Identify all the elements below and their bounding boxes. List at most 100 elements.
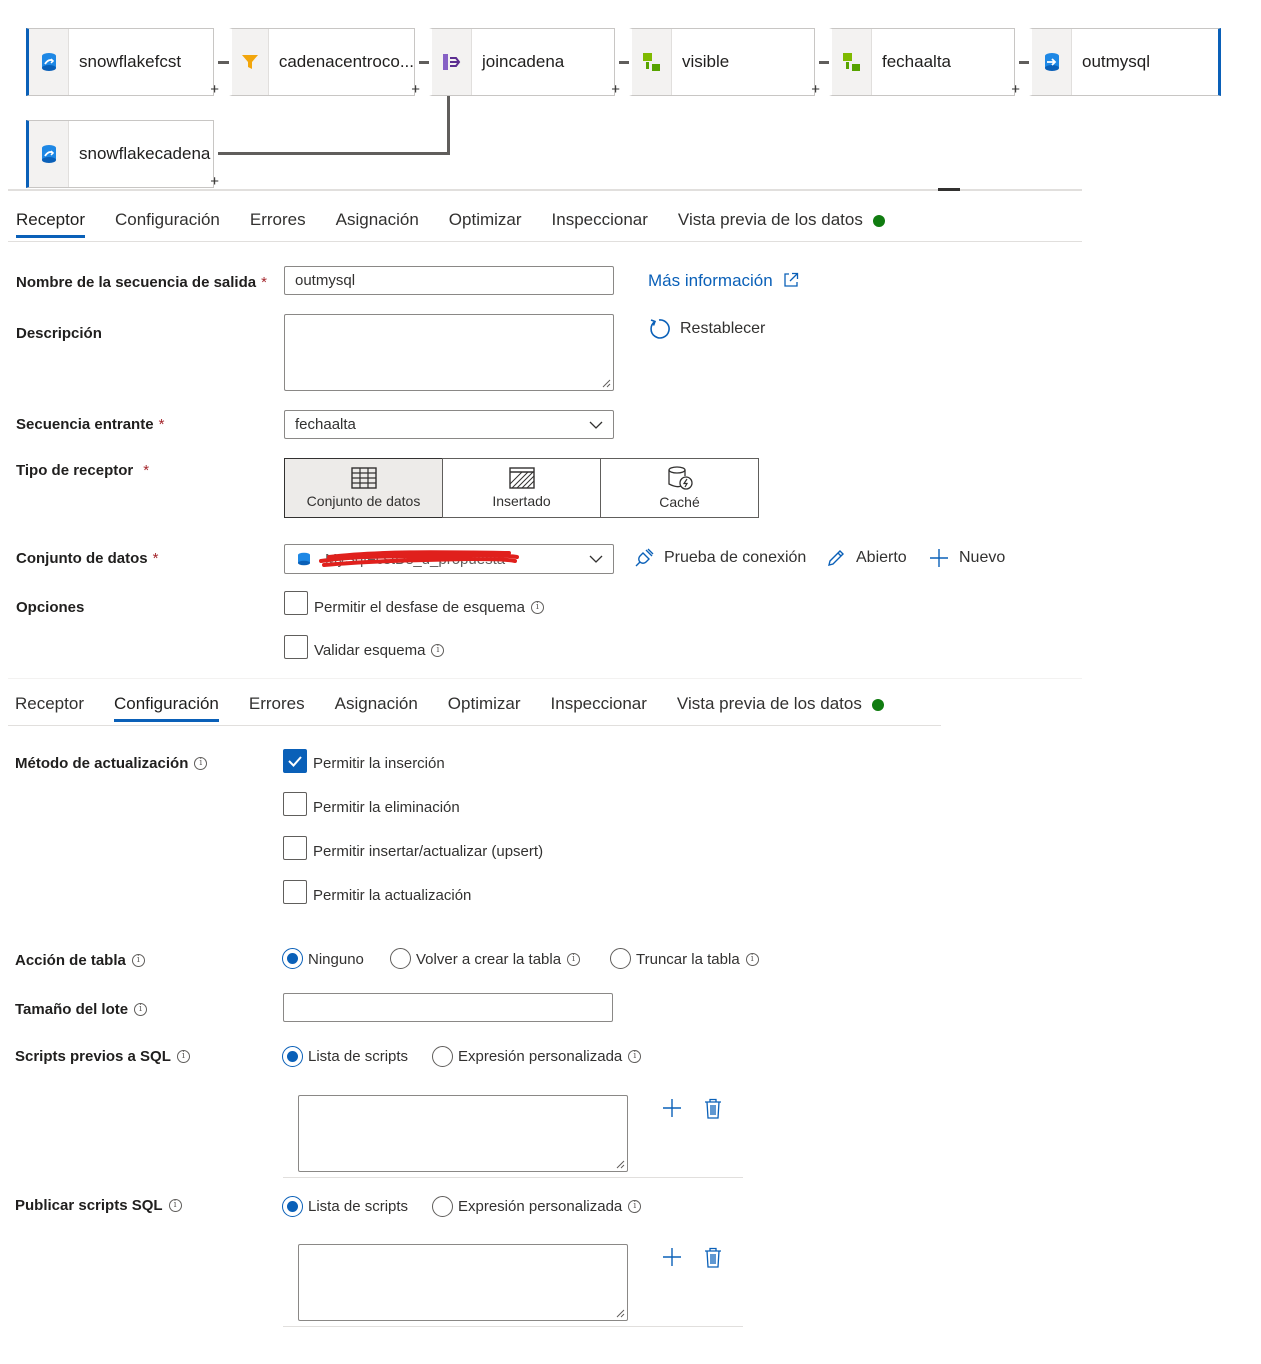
table-action-none-label: Ninguno [308, 951, 364, 968]
new-label: Nuevo [959, 549, 1006, 566]
info-icon[interactable]: i [431, 644, 445, 657]
pipeline-node-joincadena[interactable]: joincadena + [429, 28, 620, 98]
info-icon[interactable]: i [134, 1003, 148, 1016]
tab-errors[interactable]: Errores [250, 210, 306, 238]
output-name-label: Nombre de la secuencia de salida * [16, 274, 267, 291]
tab-sink[interactable]: Receptor [15, 694, 84, 722]
batch-size-input[interactable] [283, 993, 613, 1022]
add-script-icon[interactable] [662, 1247, 682, 1267]
add-script-icon[interactable] [662, 1098, 682, 1118]
info-icon[interactable]: i [168, 1199, 182, 1212]
allow-delete-checkbox[interactable] [283, 792, 307, 816]
tab-optimize[interactable]: Optimizar [448, 694, 521, 722]
node-label: joincadena [482, 52, 565, 71]
add-transform-icon[interactable]: + [1011, 81, 1020, 98]
tab-inspect[interactable]: Inspeccionar [551, 694, 647, 722]
validate-schema-checkbox[interactable] [284, 635, 308, 659]
label-text: Publicar scripts SQL [15, 1197, 163, 1214]
description-textarea[interactable] [284, 314, 614, 391]
post-sql-expression-radio[interactable] [432, 1196, 453, 1217]
inline-dataset-icon [508, 467, 535, 489]
checkmark-icon [288, 756, 302, 767]
sink-type-inline[interactable]: Insertado [442, 458, 601, 518]
pipeline-node-snowflakecadena[interactable]: snowflakecadena + [26, 120, 219, 190]
sink-type-label: Tipo de receptor * [16, 462, 149, 479]
tab-mapping[interactable]: Asignación [336, 210, 419, 238]
output-name-input[interactable] [284, 266, 614, 295]
connector [218, 152, 450, 155]
table-action-recreate-radio[interactable] [390, 948, 411, 969]
tab-settings[interactable]: Configuración [113, 694, 219, 722]
node-label: outmysql [1082, 52, 1151, 71]
allow-update-checkbox[interactable] [283, 880, 307, 904]
tab-divider [8, 725, 941, 726]
info-icon[interactable]: i [628, 1200, 642, 1213]
tab-bar-sink: Receptor Configuración Errores Asignació… [16, 210, 915, 238]
table-icon [350, 467, 377, 489]
canvas-divider [8, 189, 1082, 191]
info-icon[interactable]: i [628, 1050, 642, 1063]
update-method-label: Método de actualización i [15, 755, 208, 772]
pre-sql-script-textarea[interactable] [298, 1095, 628, 1172]
pre-sql-list-radio[interactable] [282, 1046, 303, 1067]
add-transform-icon[interactable]: + [611, 81, 620, 98]
schema-drift-checkbox[interactable] [284, 591, 308, 615]
sink-type-dataset[interactable]: Conjunto de datos [284, 458, 443, 518]
incoming-stream-select[interactable]: fechaalta [284, 410, 614, 439]
tab-data-preview[interactable]: Vista previa de los datos [677, 694, 884, 722]
tab-settings[interactable]: Configuración [115, 210, 220, 238]
tab-sink[interactable]: Receptor [16, 210, 85, 238]
info-icon[interactable]: i [530, 601, 544, 614]
reset-button[interactable]: Restablecer [648, 318, 765, 340]
dataset-select[interactable]: MySqlFcstDs_d_propuesta [284, 544, 614, 574]
add-transform-icon[interactable]: + [210, 81, 219, 98]
info-icon[interactable]: i [131, 954, 145, 967]
tab-optimize[interactable]: Optimizar [449, 210, 522, 238]
chevron-down-icon [589, 421, 603, 429]
resize-handle[interactable] [938, 188, 960, 191]
info-icon[interactable]: i [567, 953, 581, 966]
tab-mapping[interactable]: Asignación [335, 694, 418, 722]
tile-label: Conjunto de datos [306, 493, 421, 509]
pipeline-node-outmysql[interactable]: outmysql [1029, 28, 1221, 96]
pipeline-node-filter[interactable]: cadenacentroco... + [229, 28, 420, 98]
incoming-stream-label: Secuencia entrante * [16, 416, 164, 433]
info-icon[interactable]: i [176, 1050, 190, 1063]
dataset-label: Conjunto de datos * [16, 550, 159, 567]
pipeline-node-visible[interactable]: visible + [629, 28, 820, 98]
external-link-icon [784, 272, 799, 287]
label-text: Truncar la tabla [636, 951, 740, 968]
post-sql-script-textarea[interactable] [298, 1244, 628, 1321]
delete-icon[interactable] [704, 1098, 722, 1119]
options-label: Opciones [16, 599, 85, 616]
description-label: Descripción [16, 325, 102, 342]
post-sql-list-radio[interactable] [282, 1196, 303, 1217]
allow-insert-checkbox[interactable] [283, 749, 307, 773]
table-action-none-radio[interactable] [282, 948, 303, 969]
tab-inspect[interactable]: Inspeccionar [552, 210, 648, 238]
tab-data-preview[interactable]: Vista previa de los datos [678, 210, 885, 238]
info-icon[interactable]: i [745, 953, 759, 966]
label-text: Acción de tabla [15, 952, 126, 969]
info-icon[interactable]: i [194, 757, 208, 770]
pencil-icon [828, 550, 844, 566]
sink-type-cache[interactable]: Caché [600, 458, 759, 518]
delete-icon[interactable] [704, 1247, 722, 1268]
tab-data-preview-label: Vista previa de los datos [676, 694, 862, 713]
reset-icon [650, 319, 670, 339]
add-transform-icon[interactable]: + [811, 81, 820, 98]
test-connection-button[interactable]: Prueba de conexión [634, 548, 806, 568]
pre-sql-expression-radio[interactable] [432, 1046, 453, 1067]
table-action-truncate-radio[interactable] [610, 948, 631, 969]
new-button[interactable]: Nuevo [929, 548, 1005, 568]
required-mark: * [152, 550, 159, 567]
open-button[interactable]: Abierto [826, 548, 907, 568]
more-info-link[interactable]: Más información [648, 271, 799, 291]
pipeline-node-snowflakefcst[interactable]: snowflakefcst + [26, 28, 219, 98]
open-label: Abierto [856, 549, 907, 566]
allow-upsert-checkbox[interactable] [283, 836, 307, 860]
tab-errors[interactable]: Errores [249, 694, 305, 722]
add-transform-icon[interactable]: + [411, 81, 420, 98]
add-transform-icon[interactable]: + [210, 173, 219, 190]
pipeline-node-fechaalta[interactable]: fechaalta + [829, 28, 1020, 98]
